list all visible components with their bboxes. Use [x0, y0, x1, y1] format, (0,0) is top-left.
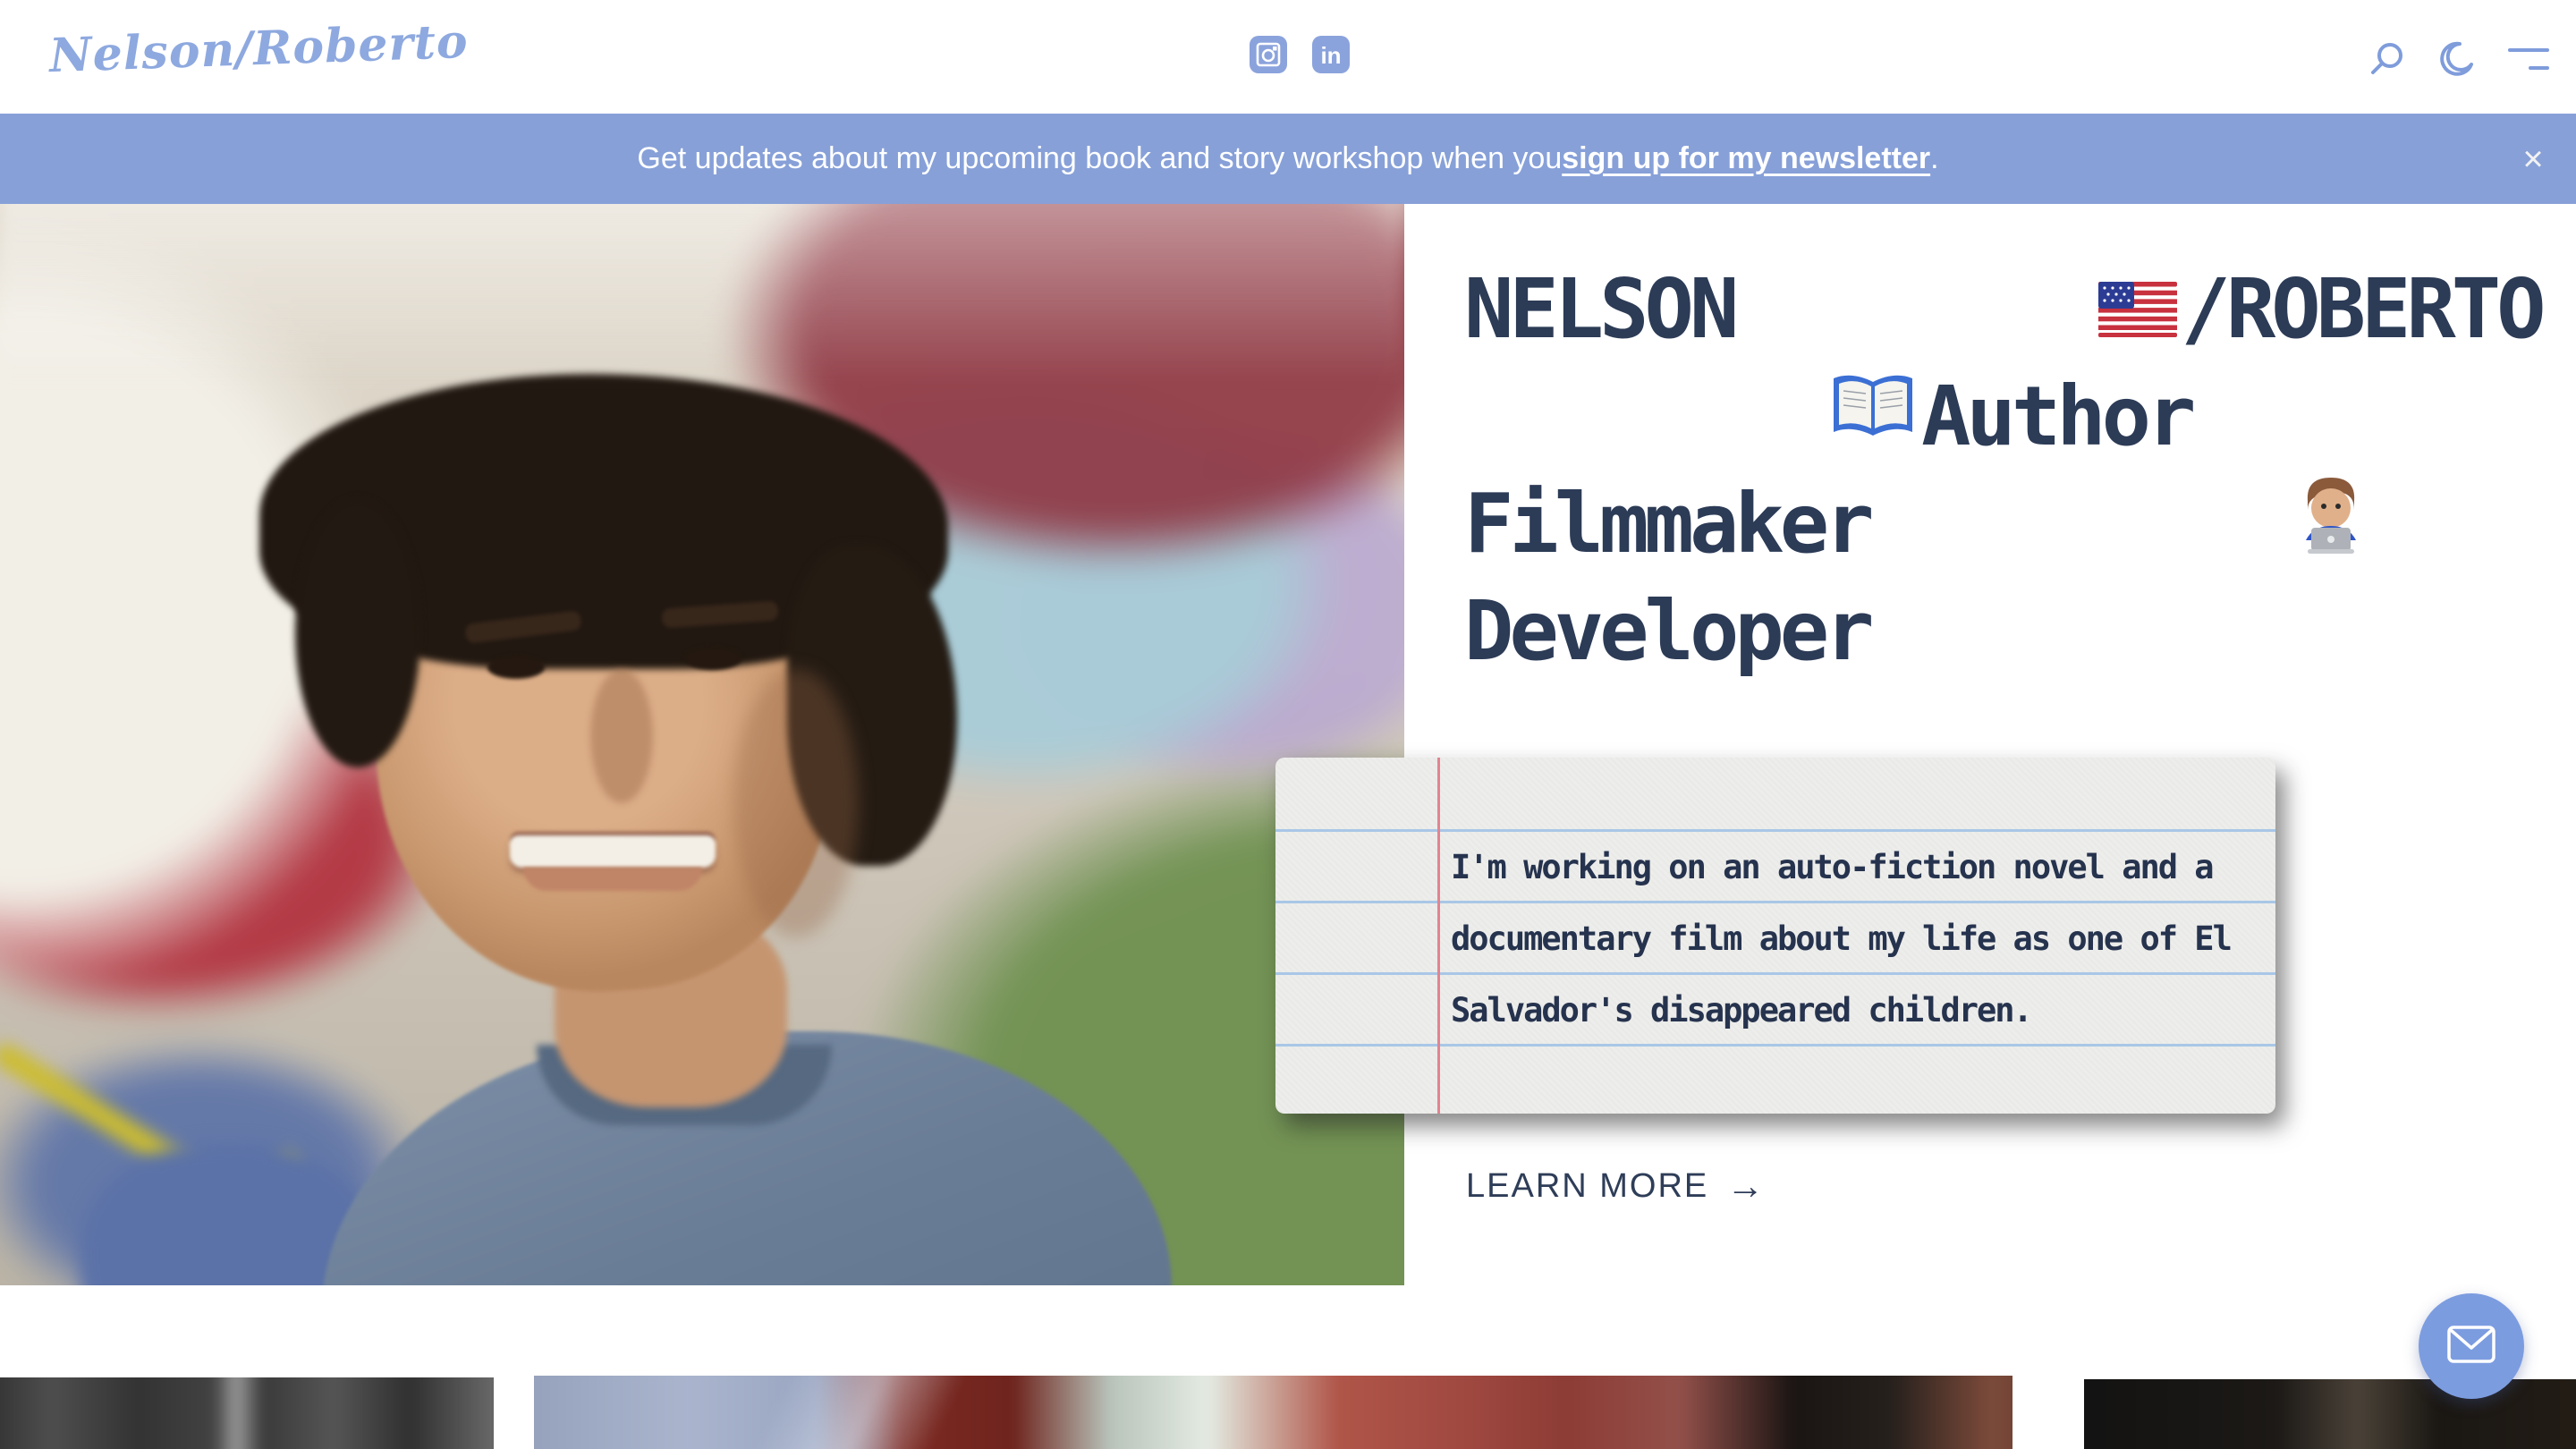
- newsletter-banner: Get updates about my upcoming book and s…: [0, 114, 2576, 204]
- photo-nose-shading: [590, 669, 653, 803]
- linkedin-link[interactable]: in: [1312, 36, 1350, 73]
- notecard-margin-line: [1437, 758, 1440, 1114]
- social-links: in: [1250, 36, 1350, 73]
- menu-hamburger-icon[interactable]: [2506, 43, 2551, 80]
- photo-hair-left: [295, 499, 420, 767]
- dark-mode-moon-icon[interactable]: [2436, 39, 2476, 83]
- gallery-thumbnail-left[interactable]: [0, 1377, 494, 1449]
- notecard-ruled-line: [1275, 1044, 2275, 1046]
- headline-role-developer: Developer: [1464, 583, 1870, 679]
- gallery-thumbnail-center[interactable]: [534, 1376, 2012, 1449]
- banner-text-period: .: [1930, 141, 1938, 176]
- photo-left-eye: [487, 656, 545, 679]
- instagram-icon: [1256, 42, 1281, 67]
- linkedin-icon: in: [1320, 44, 1341, 67]
- gallery-thumbnail-right-image: [2084, 1379, 2576, 1449]
- learn-more-link[interactable]: LEARN MORE →: [1466, 1165, 1764, 1208]
- newsletter-signup-link[interactable]: sign up for my newsletter: [1562, 141, 1930, 176]
- right-arrow-icon: →: [1726, 1165, 1764, 1208]
- banner-close-icon[interactable]: ×: [2513, 140, 2553, 179]
- man-technologist-emoji-icon: [1915, 375, 2379, 672]
- notecard-ruled-line: [1275, 829, 2275, 832]
- banner-text: Get updates about my upcoming book and s…: [637, 141, 1562, 176]
- instagram-link[interactable]: [1250, 36, 1287, 73]
- hero-headline: NELSON /ROBERTO: [1464, 255, 2576, 684]
- photo-smile: [510, 835, 716, 868]
- photo-overexposed-glow: [0, 204, 1404, 383]
- notecard-text-line-3: Salvador's disappeared children.: [1451, 983, 2256, 1037]
- nav-action-icons: [2368, 39, 2551, 83]
- hero-portrait-photo: [0, 204, 1404, 1285]
- notecard-ruled-line: [1275, 972, 2275, 975]
- gallery-thumbnail-right[interactable]: [2084, 1379, 2576, 1449]
- headline-role-filmmaker: Filmmaker: [1464, 476, 1870, 572]
- envelope-icon: [2446, 1325, 2496, 1368]
- notecard: I'm working on an auto-fiction novel and…: [1275, 758, 2275, 1114]
- learn-more-label: LEARN MORE: [1466, 1167, 1708, 1206]
- gallery-thumbnail-left-image: [0, 1377, 494, 1449]
- site-logo[interactable]: Nelson/Roberto: [48, 14, 469, 83]
- search-icon[interactable]: [2368, 40, 2406, 82]
- headline-slash: /: [2181, 261, 2225, 357]
- notecard-text-line-2: documentary film about my life as one of…: [1451, 911, 2256, 965]
- top-navigation-bar: Nelson/Roberto in: [0, 0, 2576, 114]
- notecard-ruled-line: [1275, 901, 2275, 903]
- photo-cheek-shadow: [733, 669, 859, 937]
- contact-fab-button[interactable]: [2419, 1293, 2524, 1399]
- photo-right-eye: [684, 647, 741, 670]
- photo-lower-lip: [523, 868, 702, 891]
- page: Nelson/Roberto in: [0, 0, 2576, 1449]
- notecard-text-line-1: I'm working on an auto-fiction novel and…: [1451, 840, 2256, 894]
- gallery-thumbnail-center-light-streak: [623, 1376, 1155, 1449]
